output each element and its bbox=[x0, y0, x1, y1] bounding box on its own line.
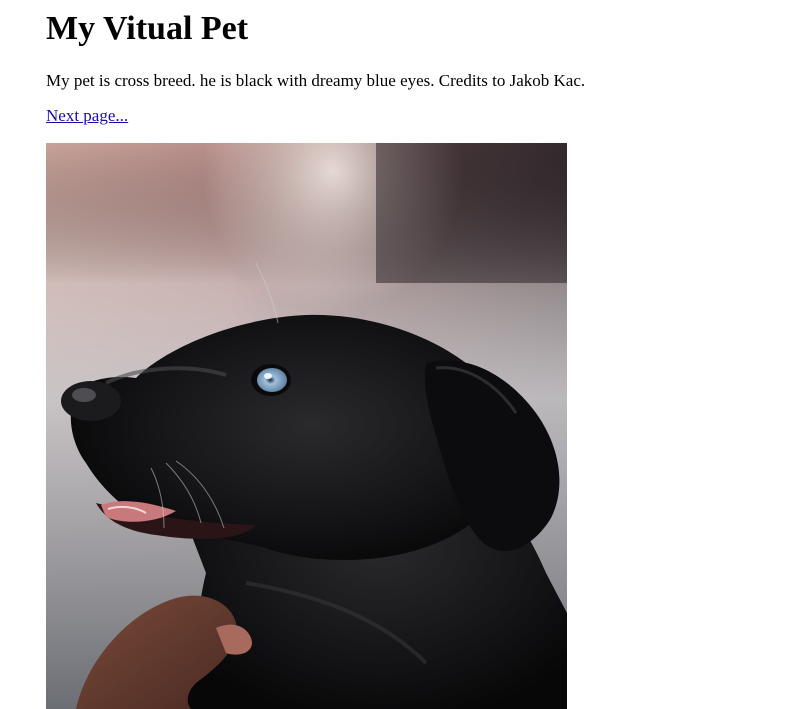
puppy-image bbox=[46, 143, 567, 709]
pet-description: My pet is cross breed. he is black with … bbox=[46, 71, 586, 90]
pet-photo bbox=[46, 143, 567, 709]
page-title: My Vitual Pet bbox=[46, 10, 249, 47]
next-page-link[interactable]: Next page... bbox=[46, 105, 128, 127]
